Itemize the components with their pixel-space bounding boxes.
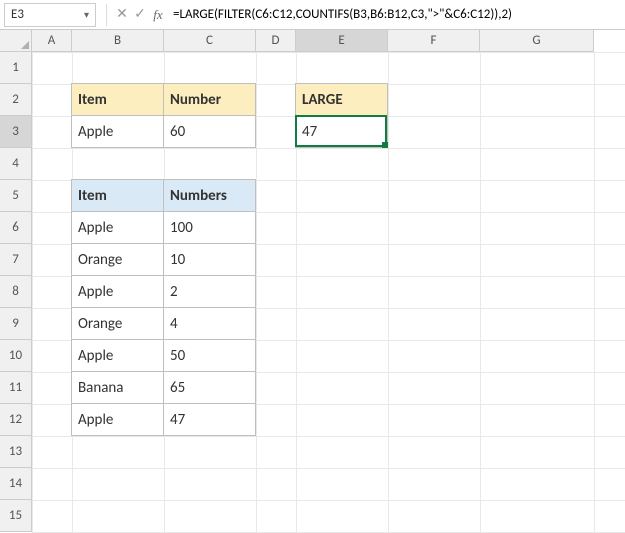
column-header[interactable]: D xyxy=(256,30,296,52)
table1-header[interactable]: Number xyxy=(163,83,256,116)
table2-cell[interactable]: Orange xyxy=(71,243,164,276)
formula-input[interactable] xyxy=(167,3,625,27)
row-header[interactable]: 10 xyxy=(0,340,32,372)
column-headers: ABCDEFG xyxy=(32,30,594,52)
row-header[interactable]: 12 xyxy=(0,404,32,436)
table2-cell[interactable]: Apple xyxy=(71,275,164,308)
row-header[interactable]: 14 xyxy=(0,468,32,500)
column-header[interactable]: A xyxy=(32,30,72,52)
column-header[interactable]: C xyxy=(164,30,256,52)
table2-cell[interactable]: 47 xyxy=(163,403,256,436)
row-header[interactable]: 13 xyxy=(0,436,32,468)
table2-header[interactable]: Item xyxy=(71,179,164,212)
row-header[interactable]: 8 xyxy=(0,276,32,308)
row-header[interactable]: 2 xyxy=(0,84,32,116)
table2-cell[interactable]: 65 xyxy=(163,371,256,404)
name-box[interactable]: E3 ▾ xyxy=(4,3,96,27)
cells-area[interactable]: ItemNumberApple60LARGE47ItemNumbersApple… xyxy=(32,52,625,532)
table2-cell[interactable]: Orange xyxy=(71,307,164,340)
table2-cell[interactable]: 50 xyxy=(163,339,256,372)
grid: ABCDEFG 123456789101112131415 ItemNumber… xyxy=(0,30,625,505)
table1-header[interactable]: Item xyxy=(71,83,164,116)
row-header[interactable]: 1 xyxy=(0,52,32,84)
row-header[interactable]: 3 xyxy=(0,116,32,148)
name-box-value: E3 xyxy=(11,7,24,22)
column-header[interactable]: F xyxy=(388,30,480,52)
row-headers: 123456789101112131415 xyxy=(0,52,32,532)
table2-cell[interactable]: Apple xyxy=(71,403,164,436)
row-header[interactable]: 4 xyxy=(0,148,32,180)
row-header[interactable]: 7 xyxy=(0,244,32,276)
table2-cell[interactable]: 100 xyxy=(163,211,256,244)
cancel-formula-icon[interactable]: ✕ xyxy=(113,4,131,26)
table2-cell[interactable]: 4 xyxy=(163,307,256,340)
column-header[interactable]: E xyxy=(296,30,388,52)
row-header[interactable]: 6 xyxy=(0,212,32,244)
table2-cell[interactable]: Banana xyxy=(71,371,164,404)
table2-cell[interactable]: Apple xyxy=(71,339,164,372)
table2-cell[interactable]: Apple xyxy=(71,211,164,244)
chevron-down-icon[interactable]: ▾ xyxy=(84,8,89,21)
table2-cell[interactable]: 2 xyxy=(163,275,256,308)
accept-formula-icon[interactable]: ✓ xyxy=(131,4,149,26)
row-header[interactable]: 11 xyxy=(0,372,32,404)
table2-cell[interactable]: 10 xyxy=(163,243,256,276)
formula-bar: E3 ▾ ✕ ✓ fx xyxy=(0,0,625,30)
table2-header[interactable]: Numbers xyxy=(163,179,256,212)
table1-cell[interactable]: 60 xyxy=(163,115,256,148)
large-header[interactable]: LARGE xyxy=(295,83,388,116)
column-header[interactable]: B xyxy=(72,30,164,52)
divider xyxy=(106,4,107,26)
fx-icon[interactable]: fx xyxy=(149,4,167,26)
large-value[interactable]: 47 xyxy=(295,115,388,148)
column-header[interactable]: G xyxy=(480,30,594,52)
table1-cell[interactable]: Apple xyxy=(71,115,164,148)
row-header[interactable]: 9 xyxy=(0,308,32,340)
select-all-corner[interactable] xyxy=(0,30,32,52)
row-header[interactable]: 5 xyxy=(0,180,32,212)
